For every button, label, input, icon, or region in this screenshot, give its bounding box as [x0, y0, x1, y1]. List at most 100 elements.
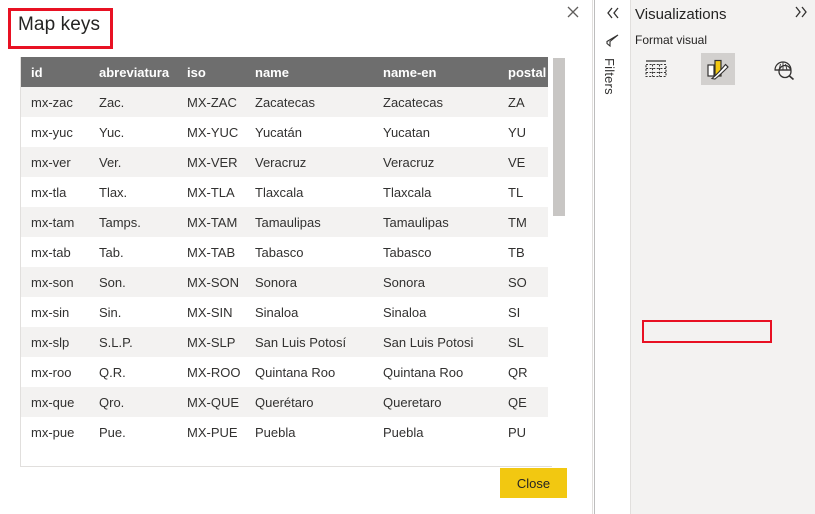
cell-abreviatura: S.L.P. [99, 334, 133, 350]
cell-name-en: Sinaloa [383, 304, 427, 320]
cell-name-en: Quintana Roo [383, 364, 464, 380]
cell-iso: MX-SIN [187, 304, 233, 320]
cell-abreviatura: Tamps. [99, 214, 141, 230]
cell-postal: VE [508, 154, 526, 170]
cell-id: mx-pue [31, 424, 75, 440]
cell-abreviatura: Pue. [99, 424, 126, 440]
column-header-name-en: name-en [373, 57, 498, 87]
column-header-abreviatura: abreviatura [89, 57, 177, 87]
cell-name: Sinaloa [255, 304, 299, 320]
cell-name-en: San Luis Potosi [383, 334, 474, 350]
table-row: mx-sin Sin. MX-SIN Sinaloa Sinaloa SI [21, 297, 548, 327]
chevron-double-left-icon[interactable] [603, 5, 623, 23]
cell-postal: YU [508, 124, 527, 140]
cell-postal: QE [508, 394, 527, 410]
cell-name: Puebla [255, 424, 296, 440]
page-title: Map keys [18, 14, 101, 35]
cell-name: Sonora [255, 274, 297, 290]
cell-id: mx-tab [31, 244, 71, 260]
table-row: mx-tam Tamps. MX-TAM Tamaulipas Tamaulipas TM [21, 207, 548, 237]
cell-postal: ZA [508, 94, 525, 110]
cell-name-en: Zacatecas [383, 94, 443, 110]
table-row: mx-tab Tab. MX-TAB Tabasco Tabasco TB [21, 237, 548, 267]
map-keys-table-container: id abreviatura iso name name-en postal m… [20, 57, 567, 467]
cell-name-en: Tamaulipas [383, 214, 449, 230]
table-row: mx-que Qro. MX-QUE Querétaro Queretaro QE [21, 387, 548, 417]
filter-icon[interactable] [604, 33, 622, 51]
cell-abreviatura: Ver. [99, 154, 122, 170]
cell-id: mx-ver [31, 154, 71, 170]
filters-rail: Filters [595, 0, 631, 514]
table-scrollbar-thumb[interactable] [553, 58, 565, 216]
visualizations-panel: Visualizations Format visual [631, 0, 815, 514]
cell-postal: TM [508, 214, 527, 230]
app-root: Map keys id abreviatura iso name name-en… [0, 0, 815, 514]
cell-name: Tlaxcala [255, 184, 304, 200]
table-header-row: id abreviatura iso name name-en postal [21, 57, 548, 87]
cell-name-en: Puebla [383, 424, 424, 440]
close-button[interactable]: Close [500, 468, 567, 498]
build-visual-icon[interactable] [639, 53, 673, 85]
cell-abreviatura: Son. [99, 274, 126, 290]
cell-id: mx-tam [31, 214, 75, 230]
cell-name-en: Veracruz [383, 154, 435, 170]
table-row: mx-zac Zac. MX-ZAC Zacatecas Zacatecas ZA [21, 87, 548, 117]
cell-postal: QR [508, 364, 528, 380]
analytics-icon[interactable] [767, 53, 801, 85]
cell-name-en: Queretaro [383, 394, 442, 410]
table-row: mx-tla Tlax. MX-TLA Tlaxcala Tlaxcala TL [21, 177, 548, 207]
table-row: mx-roo Q.R. MX-ROO Quintana Roo Quintana Roo… [21, 357, 548, 387]
format-visual-icon[interactable] [701, 53, 735, 85]
column-header-postal: postal [498, 57, 548, 87]
close-icon[interactable] [564, 4, 582, 22]
cell-id: mx-roo [31, 364, 72, 380]
table-row: mx-ver Ver. MX-VER Veracruz Veracruz VE [21, 147, 548, 177]
cell-iso: MX-ROO [187, 364, 241, 380]
visualizations-title: Visualizations [635, 6, 727, 23]
visual-mode-icon-row [631, 51, 815, 87]
column-header-name: name [245, 57, 373, 87]
table-body: mx-zac Zac. MX-ZAC Zacatecas Zacatecas ZA mx-y… [21, 87, 548, 447]
cell-abreviatura: Tab. [99, 244, 124, 260]
cell-name: Zacatecas [255, 94, 315, 110]
cell-abreviatura: Zac. [99, 94, 125, 110]
format-visual-label: Format visual [635, 33, 708, 47]
filters-label[interactable]: Filters [602, 58, 617, 95]
column-header-iso: iso [177, 57, 245, 87]
cell-postal: TB [508, 244, 525, 260]
cell-postal: PU [508, 424, 527, 440]
panel-divider [592, 0, 593, 514]
cell-id: mx-zac [31, 94, 73, 110]
cell-name-en: Sonora [383, 274, 425, 290]
cell-id: mx-slp [31, 334, 70, 350]
cell-name-en: Tabasco [383, 244, 432, 260]
table-row: mx-yuc Yuc. MX-YUC Yucatán Yucatan YU [21, 117, 548, 147]
cell-iso: MX-ZAC [187, 94, 237, 110]
cell-abreviatura: Qro. [99, 394, 125, 410]
cell-iso: MX-TLA [187, 184, 235, 200]
cell-id: mx-tla [31, 184, 67, 200]
cell-name: San Luis Potosí [255, 334, 347, 350]
table-row: mx-slp S.L.P. MX-SLP San Luis Potosí San Lui… [21, 327, 548, 357]
cell-postal: SO [508, 274, 527, 290]
cell-postal: SI [508, 304, 521, 320]
cell-abreviatura: Q.R. [99, 364, 126, 380]
cell-iso: MX-TAB [187, 244, 236, 260]
cell-postal: SL [508, 334, 524, 350]
cell-id: mx-que [31, 394, 75, 410]
cell-id: mx-son [31, 274, 74, 290]
chevron-double-right-icon[interactable] [794, 5, 808, 21]
cell-abreviatura: Sin. [99, 304, 122, 320]
cell-abreviatura: Yuc. [99, 124, 125, 140]
cell-name-en: Tlaxcala [383, 184, 432, 200]
cell-name: Yucatán [255, 124, 302, 140]
cell-id: mx-yuc [31, 124, 73, 140]
cell-abreviatura: Tlax. [99, 184, 128, 200]
cell-name: Veracruz [255, 154, 307, 170]
cell-id: mx-sin [31, 304, 70, 320]
cell-name: Tamaulipas [255, 214, 321, 230]
cell-name: Querétaro [255, 394, 314, 410]
cell-name: Tabasco [255, 244, 304, 260]
cell-iso: MX-PUE [187, 424, 238, 440]
cell-iso: MX-VER [187, 154, 238, 170]
